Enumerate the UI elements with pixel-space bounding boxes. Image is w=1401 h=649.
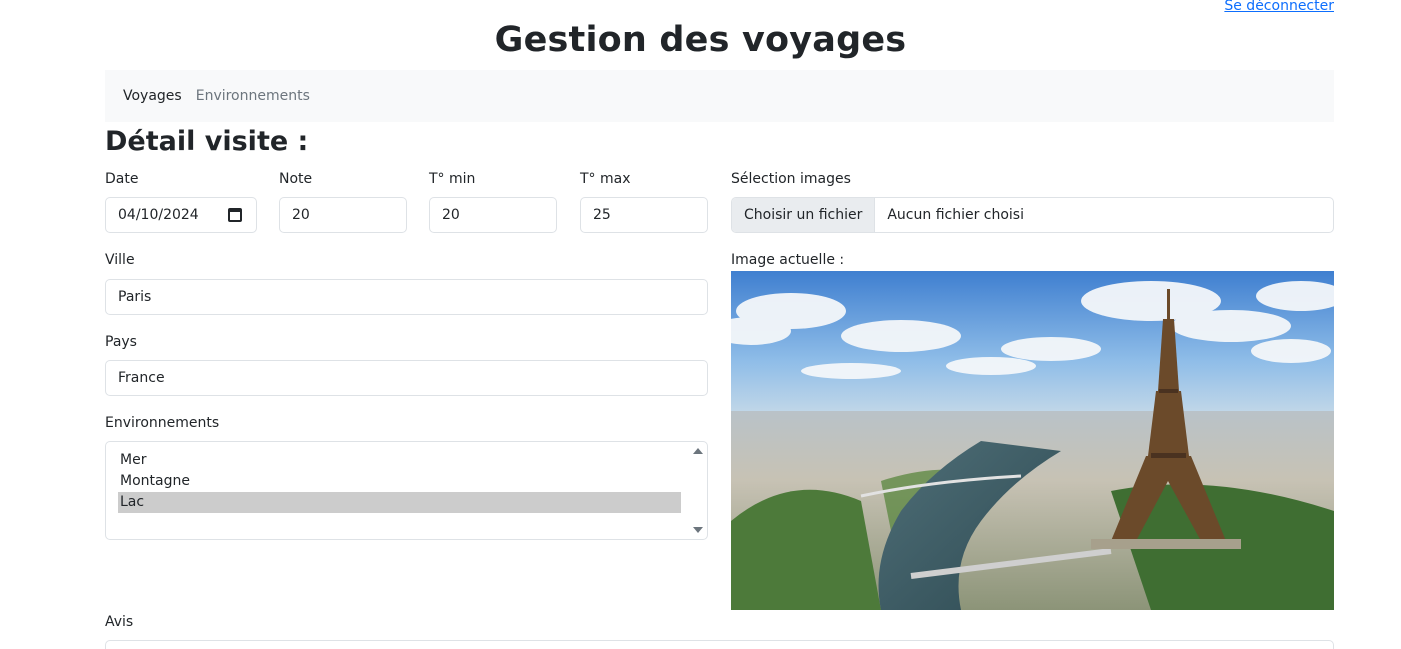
tmax-label: T° max	[580, 171, 631, 187]
nav-item-environnements[interactable]: Environnements	[196, 88, 310, 104]
tmin-value: 20	[442, 207, 460, 223]
environnements-select[interactable]: Mer Montagne Lac	[105, 441, 708, 540]
avis-textarea[interactable]	[105, 640, 1334, 649]
calendar-icon[interactable]	[228, 208, 242, 222]
current-image-label: Image actuelle :	[731, 252, 845, 268]
pays-label: Pays	[105, 334, 137, 350]
navbar: Voyages Environnements	[105, 70, 1334, 122]
ville-label: Ville	[105, 252, 135, 268]
avis-label: Avis	[105, 614, 134, 630]
date-input[interactable]: 04/10/2024	[105, 197, 257, 233]
tmin-input[interactable]: 20	[429, 197, 557, 233]
file-status: Aucun fichier choisi	[887, 207, 1024, 223]
pays-value: France	[118, 370, 165, 386]
ville-value: Paris	[118, 289, 152, 305]
nav-item-voyages[interactable]: Voyages	[123, 88, 182, 104]
tmax-value: 25	[593, 207, 611, 223]
option-lac[interactable]: Lac	[118, 492, 681, 513]
choose-file-button[interactable]: Choisir un fichier	[732, 198, 876, 232]
eiffel-tower-photo	[731, 271, 1334, 610]
tmax-input[interactable]: 25	[580, 197, 708, 233]
scroll-down-arrow-icon[interactable]	[693, 527, 703, 533]
pays-input[interactable]: France	[105, 360, 708, 396]
note-value: 20	[292, 207, 310, 223]
logout-link[interactable]: Se déconnecter	[1224, 0, 1334, 14]
app-title: Gestion des voyages	[494, 20, 907, 60]
environnements-label: Environnements	[105, 415, 220, 431]
images-label: Sélection images	[731, 171, 851, 187]
page: Se déconnecter Gestion des voyages Voyag…	[0, 0, 1401, 649]
date-label: Date	[105, 171, 139, 187]
file-input[interactable]: Choisir un fichier Aucun fichier choisi	[731, 197, 1334, 233]
option-mer[interactable]: Mer	[118, 450, 681, 471]
ville-input[interactable]: Paris	[105, 279, 708, 315]
date-value: 04/10/2024	[118, 207, 199, 223]
option-montagne[interactable]: Montagne	[118, 471, 681, 492]
tmin-label: T° min	[429, 171, 476, 187]
scroll-up-arrow-icon[interactable]	[693, 448, 703, 454]
section-title: Détail visite :	[105, 126, 309, 157]
note-label: Note	[279, 171, 313, 187]
note-input[interactable]: 20	[279, 197, 407, 233]
